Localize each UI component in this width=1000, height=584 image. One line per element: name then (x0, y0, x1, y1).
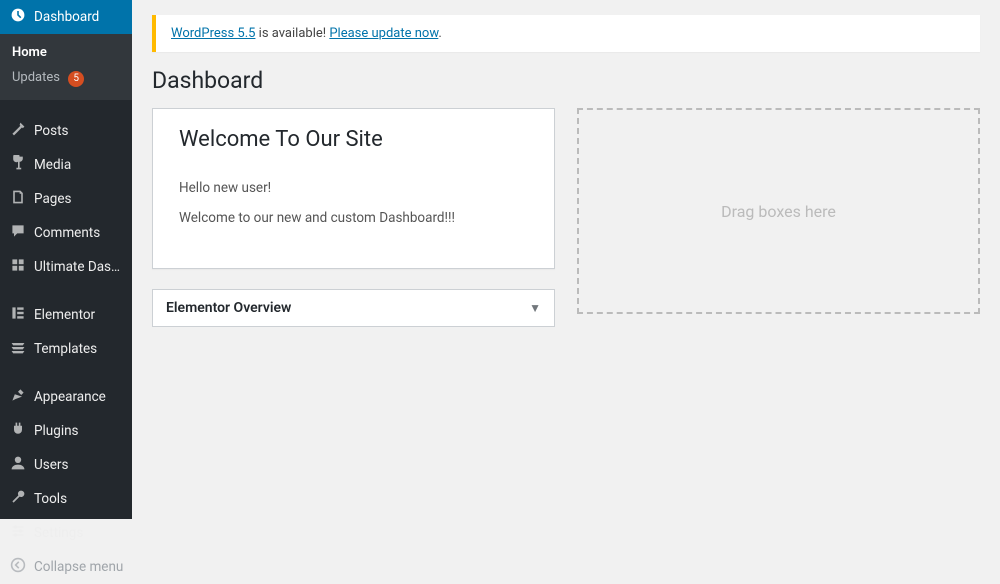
sidebar-item-appearance[interactable]: Appearance (0, 380, 132, 414)
sidebar-item-collapse[interactable]: Collapse menu (0, 550, 132, 584)
widget-title: Elementor Overview (166, 300, 291, 316)
sidebar-subitem-home[interactable]: Home (0, 40, 132, 65)
update-notice: WordPress 5.5 is available! Please updat… (152, 15, 980, 52)
page-title: Dashboard (152, 67, 980, 94)
templates-icon (8, 339, 28, 359)
pin-icon (8, 121, 28, 141)
sidebar-item-label: Media (34, 157, 124, 173)
ultimate-dash-icon (8, 257, 28, 277)
widget-dropzone[interactable]: Drag boxes here (577, 108, 980, 314)
wp-version-link[interactable]: WordPress 5.5 (171, 26, 255, 41)
welcome-p2: Welcome to our new and custom Dashboard!… (179, 210, 528, 226)
sidebar-item-label: Tools (34, 491, 124, 507)
sidebar-item-tools[interactable]: Tools (0, 482, 132, 516)
admin-sidebar: Dashboard Home Updates 5 Posts Media Pag… (0, 0, 132, 519)
sidebar-item-label: Collapse menu (34, 559, 124, 575)
dropzone-label: Drag boxes here (721, 202, 836, 221)
tools-icon (8, 489, 28, 509)
welcome-widget: Welcome To Our Site Hello new user! Welc… (152, 108, 555, 269)
welcome-p1: Hello new user! (179, 180, 528, 196)
sidebar-item-label: Comments (34, 225, 124, 241)
sidebar-item-label: Templates (34, 341, 124, 357)
dashboard-col-left: Welcome To Our Site Hello new user! Welc… (152, 108, 555, 327)
comment-icon (8, 223, 28, 243)
elementor-overview-header[interactable]: Elementor Overview ▼ (152, 289, 555, 327)
settings-icon (8, 523, 28, 543)
sidebar-item-plugins[interactable]: Plugins (0, 414, 132, 448)
sidebar-item-label: Elementor (34, 307, 124, 323)
sidebar-item-label: Settings (34, 525, 124, 541)
dashboard-icon (8, 7, 28, 27)
sidebar-item-pages[interactable]: Pages (0, 182, 132, 216)
sidebar-item-label: Appearance (34, 389, 124, 405)
main-content: WordPress 5.5 is available! Please updat… (132, 0, 1000, 519)
sidebar-item-posts[interactable]: Posts (0, 114, 132, 148)
users-icon (8, 455, 28, 475)
sidebar-item-comments[interactable]: Comments (0, 216, 132, 250)
update-now-link[interactable]: Please update now (329, 26, 438, 41)
sidebar-item-label: Users (34, 457, 124, 473)
sidebar-item-templates[interactable]: Templates (0, 332, 132, 366)
chevron-down-icon: ▼ (529, 301, 541, 315)
sidebar-subitem-label: Home (12, 45, 47, 60)
updates-badge: 5 (68, 71, 84, 87)
sidebar-item-settings[interactable]: Settings (0, 516, 132, 550)
sidebar-item-label: Pages (34, 191, 124, 207)
elementor-icon (8, 305, 28, 325)
sidebar-separator (0, 366, 132, 380)
dashboard-columns: Welcome To Our Site Hello new user! Welc… (152, 108, 980, 327)
sidebar-item-dashboard[interactable]: Dashboard (0, 0, 132, 34)
plugins-icon (8, 421, 28, 441)
notice-suffix: . (438, 26, 441, 41)
sidebar-separator (0, 284, 132, 298)
page-icon (8, 189, 28, 209)
sidebar-item-media[interactable]: Media (0, 148, 132, 182)
appearance-icon (8, 387, 28, 407)
collapse-icon (8, 557, 28, 577)
sidebar-item-label: Plugins (34, 423, 124, 439)
dashboard-col-right: Drag boxes here (577, 108, 980, 327)
sidebar-item-label: Dashboard (34, 9, 124, 25)
notice-text: is available! (255, 26, 329, 41)
sidebar-subitem-label: Updates (12, 70, 60, 85)
sidebar-subitem-updates[interactable]: Updates 5 (0, 65, 132, 92)
sidebar-item-label: Posts (34, 123, 124, 139)
sidebar-item-ultimate-dash[interactable]: Ultimate Dash… (0, 250, 132, 284)
sidebar-item-users[interactable]: Users (0, 448, 132, 482)
sidebar-submenu-dashboard: Home Updates 5 (0, 34, 132, 100)
sidebar-separator (0, 100, 132, 114)
sidebar-item-elementor[interactable]: Elementor (0, 298, 132, 332)
welcome-title: Welcome To Our Site (179, 127, 528, 152)
sidebar-item-label: Ultimate Dash… (34, 259, 124, 275)
media-icon (8, 155, 28, 175)
